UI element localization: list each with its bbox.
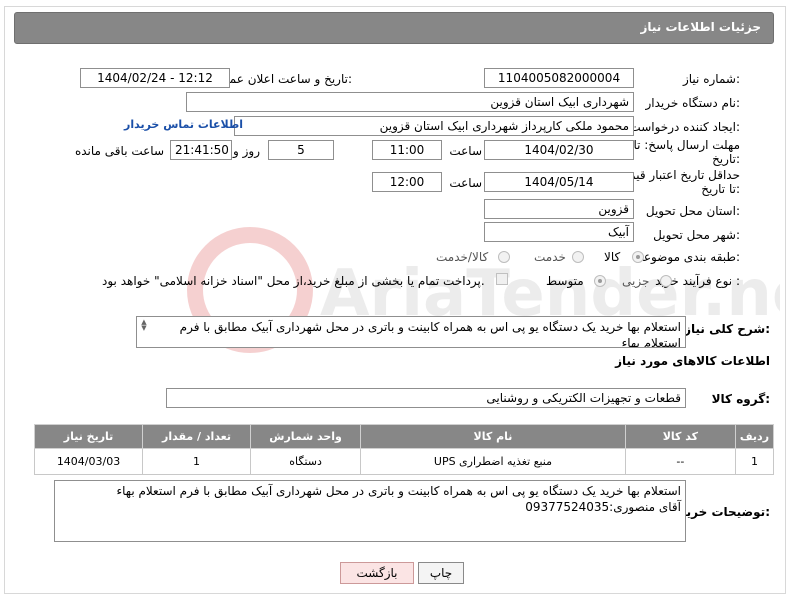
- goods-info-title: اطلاعات کالاهای مورد نیاز: [615, 354, 770, 368]
- category-goods-service-radio[interactable]: [498, 251, 510, 263]
- goods-table: ردیف کد کالا نام کالا واحد شمارش تعداد /…: [33, 424, 775, 475]
- table-row[interactable]: 1 -- منبع تغذیه اضطراری UPS دستگاه 1 140…: [33, 448, 775, 475]
- buyer-notes-line-2: آقای منصوری:09377524035: [525, 500, 681, 514]
- process-medium-radio[interactable]: [594, 275, 606, 287]
- cell-unit: دستگاه: [250, 448, 362, 475]
- city-field[interactable]: آبیک: [484, 222, 634, 242]
- back-button[interactable]: بازگشت: [340, 562, 414, 584]
- city-label: شهر محل تحویل:: [653, 228, 740, 242]
- category-label: طبقه بندی موضوعی:: [633, 250, 740, 264]
- buyer-org-field[interactable]: شهرداری ابیک استان قزوین: [186, 92, 634, 112]
- col-row-number: ردیف: [734, 424, 775, 449]
- goods-group-field[interactable]: قطعات و تجهیزات الکتریکی و روشنایی: [166, 388, 686, 408]
- validity-time-field[interactable]: 12:00: [372, 172, 442, 192]
- buyer-org-label: نام دستگاه خریدار:: [645, 96, 741, 110]
- validity-date-field[interactable]: 1404/05/14: [484, 172, 634, 192]
- col-goods-name: نام کالا: [360, 424, 626, 449]
- cell-quantity: 1: [142, 448, 252, 475]
- buyer-notes-textarea[interactable]: استعلام بها خرید یک دستگاه یو پی اس به ه…: [54, 480, 686, 542]
- category-goods-label: کالا: [604, 250, 621, 264]
- remaining-time-field[interactable]: 21:41:50: [170, 140, 232, 160]
- creator-field[interactable]: محمود ملکی کارپرداز شهرداری ابیک استان ق…: [234, 116, 634, 136]
- col-unit: واحد شمارش: [250, 424, 362, 449]
- days-label: روز و: [233, 144, 260, 158]
- remaining-time-label: ساعت باقی مانده: [74, 144, 164, 158]
- cell-row-number: 1: [734, 448, 775, 475]
- col-goods-code: کد کالا: [624, 424, 736, 449]
- category-goods-radio[interactable]: [632, 251, 644, 263]
- process-minor-label: جزیی: [622, 274, 650, 288]
- textarea-scroll-arrows-icon[interactable]: ▲ ▼: [139, 319, 149, 332]
- description-textarea[interactable]: استعلام بها خرید یک دستگاه یو پی اس به ه…: [136, 316, 686, 348]
- cell-goods-code: --: [624, 448, 736, 475]
- description-text: استعلام بها خرید یک دستگاه یو پی اس به ه…: [179, 320, 681, 348]
- province-field[interactable]: قزوین: [484, 199, 634, 219]
- reply-time-field[interactable]: 11:00: [372, 140, 442, 160]
- province-label: استان محل تحویل:: [645, 204, 740, 218]
- print-button[interactable]: چاپ: [418, 562, 464, 584]
- process-medium-label: متوسط: [546, 274, 584, 288]
- days-field[interactable]: 5: [268, 140, 334, 160]
- announce-field[interactable]: 1404/02/24 - 12:12: [80, 68, 230, 88]
- goods-group-label: گروه کالا:: [711, 392, 770, 406]
- reply-date-field[interactable]: 1404/02/30: [484, 140, 634, 160]
- col-quantity: تعداد / مقدار: [142, 424, 252, 449]
- col-need-date: تاریخ نیاز: [33, 424, 144, 449]
- goods-table-header: ردیف کد کالا نام کالا واحد شمارش تعداد /…: [33, 424, 775, 449]
- reply-time-label: ساعت: [449, 144, 482, 158]
- need-number-label: شماره نیاز:: [682, 72, 740, 86]
- category-service-label: خدمت: [534, 250, 566, 264]
- treasury-payment-checkbox[interactable]: [496, 273, 508, 285]
- cell-goods-name: منبع تغذیه اضطراری UPS: [360, 448, 626, 475]
- category-service-radio[interactable]: [572, 251, 584, 263]
- contact-buyer-link[interactable]: اطلاعات تماس خریدار: [124, 118, 243, 131]
- category-goods-service-label: کالا/خدمت: [436, 250, 489, 264]
- buyer-notes-line-1: استعلام بها خرید یک دستگاه یو پی اس به ه…: [116, 484, 681, 498]
- description-label: شرح کلی نیاز:: [684, 322, 770, 336]
- treasury-payment-note: پرداخت تمام یا بخشی از مبلغ خرید،از محل …: [102, 274, 485, 288]
- process-minor-radio[interactable]: [660, 275, 672, 287]
- creator-label: ایجاد کننده درخواست:: [629, 120, 740, 134]
- validity-time-label: ساعت: [449, 176, 482, 190]
- page-title-bar: جزئیات اطلاعات نیاز: [14, 12, 774, 44]
- reply-deadline-label: مهلت ارسال پاسخ: تا تاریخ:: [633, 138, 740, 166]
- need-number-field[interactable]: 1104005082000004: [484, 68, 634, 88]
- page-title: جزئیات اطلاعات نیاز: [640, 20, 761, 34]
- cell-need-date: 1404/03/03: [33, 448, 144, 475]
